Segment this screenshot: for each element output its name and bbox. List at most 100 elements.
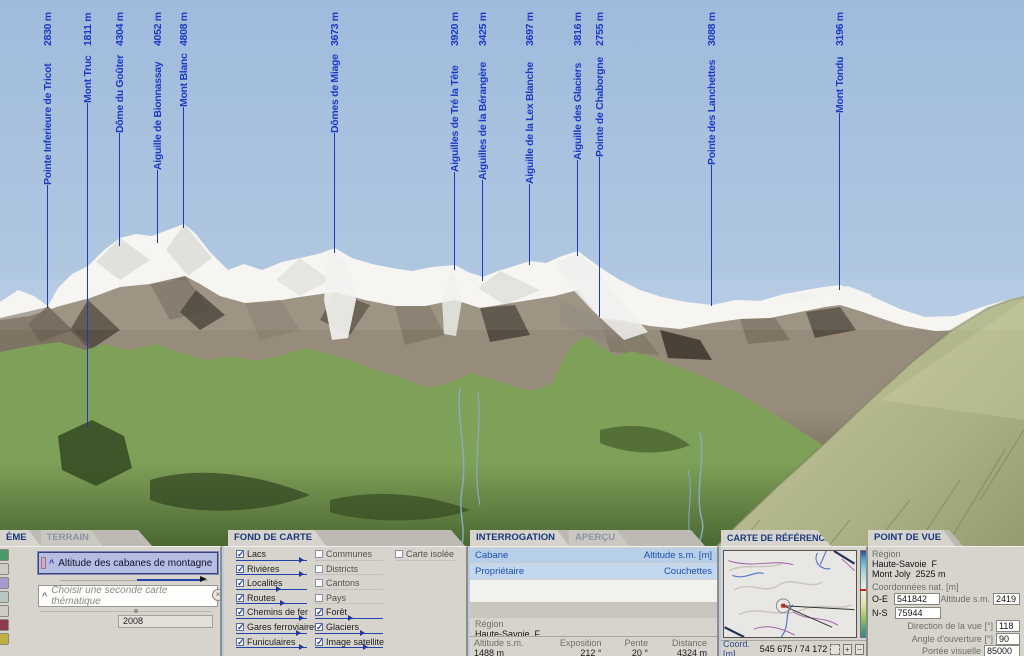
coord-label: Coord. [m]: [723, 639, 757, 656]
legend-tool-icon[interactable]: [0, 619, 9, 631]
layer-checkbox[interactable]: ✓: [236, 608, 244, 616]
layer-slider-fill: [236, 618, 307, 619]
zoom-in-button[interactable]: +: [843, 644, 852, 655]
chart-tool-icon[interactable]: [0, 605, 9, 617]
theme-opacity-fill: [137, 579, 203, 581]
tab-terrain[interactable]: TERRAIN: [41, 530, 103, 546]
pdv-alt-label: Altitude s.m.: [940, 594, 990, 605]
layer-slider-fill: [315, 633, 383, 634]
year-slider-thumb[interactable]: [134, 609, 138, 613]
layer-label: Routes: [247, 593, 276, 603]
layer-label: Communes: [326, 549, 372, 559]
pdv-alt-input[interactable]: [993, 593, 1020, 605]
globe-tool-icon[interactable]: [0, 549, 9, 561]
theme-tool-icon[interactable]: [0, 577, 9, 589]
layer-slider-thumb[interactable]: [296, 630, 301, 636]
layer-slider-thumb[interactable]: [299, 557, 304, 563]
layer-checkbox[interactable]: ✓: [236, 565, 244, 573]
layer-checkbox[interactable]: ✓: [236, 579, 244, 587]
layer-slider-thumb[interactable]: [299, 615, 304, 621]
layer-slider-thumb[interactable]: [276, 586, 281, 592]
layer-label: Rivières: [247, 564, 280, 574]
map-tool-icon[interactable]: [0, 591, 9, 603]
layer-row-pays: Pays: [315, 593, 346, 603]
colorbar-marker: [860, 589, 867, 591]
layer-label: Image satellite: [326, 637, 384, 647]
layer-row-image-satellite: ✓Image satellite: [315, 637, 384, 647]
layer-label: Gares ferroviaires: [247, 622, 319, 632]
interrogation-panel: Cabane Altitude s.m. [m] Propriétaire Co…: [470, 546, 719, 656]
layer-checkbox[interactable]: [315, 565, 323, 573]
layer-checkbox[interactable]: [315, 550, 323, 558]
app-window: 2830 mPointe Inferieure de Tricot1811 mM…: [0, 0, 1024, 656]
zoom-out-button[interactable]: −: [855, 644, 864, 655]
theme-tabstrip: ÈME TERRAIN: [0, 530, 152, 546]
terrain-info-footer: Altitude s.m. 1488 m Exposition 212 ° Pe…: [470, 636, 717, 656]
layer-label: Glaciers: [326, 622, 359, 632]
layer-slider-thumb[interactable]: [280, 600, 285, 606]
layer-row-communes: Communes: [315, 549, 372, 559]
direction-input[interactable]: [996, 620, 1020, 632]
fit-extent-button[interactable]: [830, 644, 839, 655]
layer-checkbox[interactable]: ✓: [236, 594, 244, 602]
layer-row-chemins-de-fer: ✓Chemins de fer: [236, 607, 308, 617]
tab-apercu[interactable]: APERÇU: [569, 530, 629, 546]
close-icon[interactable]: ×: [220, 553, 222, 563]
altitude-colorbar: [860, 550, 867, 638]
oe-input[interactable]: [894, 593, 940, 605]
layer-opacity-slider[interactable]: [395, 560, 455, 561]
layer-label: Forêt: [326, 607, 347, 617]
ns-input[interactable]: [895, 607, 941, 619]
col-cabane: Cabane: [475, 550, 508, 561]
coord-value: 545 675 / 74 172: [760, 644, 828, 654]
terrain-render: [0, 0, 1024, 546]
portee-input[interactable]: [984, 645, 1020, 656]
layer-row-carte-isol-e: Carte isolée: [395, 549, 454, 559]
layer-checkbox[interactable]: [315, 579, 323, 587]
tab-interrogation[interactable]: INTERROGATION: [470, 530, 569, 546]
col-proprietaire: Propriétaire: [475, 566, 524, 577]
layer-opacity-slider[interactable]: [315, 589, 383, 590]
layer-checkbox[interactable]: [315, 594, 323, 602]
layer-slider-thumb[interactable]: [299, 571, 304, 577]
coordinate-statusbar: Coord. [m] 545 675 / 74 172 + −: [721, 640, 866, 656]
layer-checkbox[interactable]: ✓: [236, 638, 244, 646]
layer-opacity-slider[interactable]: [315, 560, 383, 561]
secondary-theme-dropdown[interactable]: ^ Choisir une seconde carte thématique: [38, 585, 218, 607]
layer-checkbox[interactable]: ✓: [236, 550, 244, 558]
tab-fond-de-carte[interactable]: FOND DE CARTE: [228, 530, 326, 546]
tab-theme[interactable]: ÈME: [0, 530, 41, 546]
layer-row-rivi-res: ✓Rivières: [236, 564, 280, 574]
year-field[interactable]: 2008: [118, 615, 213, 628]
palette-tool-icon[interactable]: [0, 633, 9, 645]
layer-slider-thumb[interactable]: [360, 630, 365, 636]
layer-slider-fill: [236, 560, 307, 561]
layer-checkbox[interactable]: [395, 550, 403, 558]
reference-map[interactable]: [723, 550, 857, 638]
slider-arrow-icon[interactable]: [200, 576, 207, 582]
fond-de-carte-panel: ✓Lacs✓Rivières✓Localités✓Routes✓Chemins …: [224, 546, 468, 656]
angle-input[interactable]: [996, 633, 1020, 645]
layer-slider-thumb[interactable]: [348, 615, 353, 621]
primary-theme-dropdown[interactable]: ^ Altitude des cabanes de montagne: [38, 552, 218, 574]
pdv-summit-value: Mont Joly 2525 m: [872, 569, 946, 580]
layer-row-for-t: ✓Forêt: [315, 607, 347, 617]
altitude-cell: Altitude s.m. 1488 m: [474, 638, 545, 656]
layer-checkbox[interactable]: ✓: [315, 623, 323, 631]
terrain-3d-view[interactable]: 2830 mPointe Inferieure de Tricot1811 mM…: [0, 0, 1024, 546]
layer-opacity-slider[interactable]: [315, 574, 383, 575]
layer-checkbox[interactable]: ✓: [315, 638, 323, 646]
year-slider[interactable]: [40, 611, 212, 612]
layer-slider-thumb[interactable]: [299, 644, 304, 650]
layers-tool-icon[interactable]: [0, 563, 9, 575]
col-couchettes: Couchettes: [664, 566, 712, 577]
chevron-up-icon: ^: [49, 558, 54, 568]
layer-row-lacs: ✓Lacs: [236, 549, 266, 559]
layer-label: Districts: [326, 564, 358, 574]
layer-checkbox[interactable]: ✓: [236, 623, 244, 631]
tab-point-de-vue[interactable]: POINT DE VUE: [868, 530, 955, 546]
layer-opacity-slider[interactable]: [315, 603, 383, 604]
clear-secondary-icon[interactable]: ×: [212, 589, 222, 601]
layer-checkbox[interactable]: ✓: [315, 608, 323, 616]
layer-slider-thumb[interactable]: [363, 644, 368, 650]
